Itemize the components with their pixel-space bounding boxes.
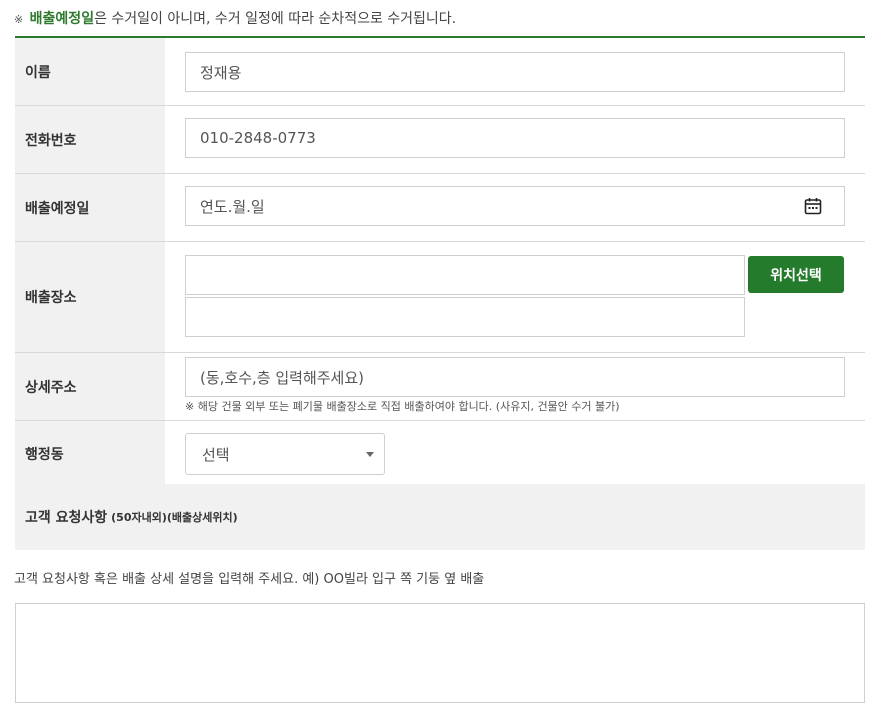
detail-address-label: 상세주소: [15, 353, 165, 420]
pickup-form: 이름 정재용 전화번호 010-2848-0773 배출예정일 연도.월.일 배…: [15, 36, 865, 487]
request-subtitle: (50자내외)(배출상세위치): [111, 511, 238, 524]
detail-address-hint: ※ 해당 건물 외부 또는 폐기물 배출장소로 직접 배출하여야 합니다. (사…: [185, 400, 620, 413]
row-district: 행정동 선택: [15, 421, 865, 487]
district-select[interactable]: 선택: [185, 433, 385, 475]
row-date: 배출예정일 연도.월.일: [15, 174, 865, 242]
detail-address-placeholder: (동,호수,층 입력해주세요): [200, 368, 365, 387]
notice: ※ 배출예정일은 수거일이 아니며, 수거 일정에 따라 순차적으로 수거됩니다…: [14, 8, 456, 28]
detail-address-input[interactable]: (동,호수,층 입력해주세요): [185, 357, 845, 397]
district-selected-value: 선택: [202, 445, 230, 464]
phone-input[interactable]: 010-2848-0773: [185, 118, 845, 158]
row-name: 이름 정재용: [15, 38, 865, 106]
district-label: 행정동: [15, 421, 165, 487]
row-detail-address: 상세주소 (동,호수,층 입력해주세요) ※ 해당 건물 외부 또는 폐기물 배…: [15, 353, 865, 421]
date-placeholder: 연도.월.일: [200, 197, 265, 216]
row-location: 배출장소 위치선택: [15, 242, 865, 353]
request-textarea[interactable]: [15, 603, 865, 703]
row-phone: 전화번호 010-2848-0773: [15, 106, 865, 174]
notice-mark: ※: [14, 13, 24, 26]
location-label: 배출장소: [15, 242, 165, 352]
request-title: 고객 요청사항: [25, 510, 108, 526]
request-header: 고객 요청사항 (50자내외)(배출상세위치): [15, 484, 865, 550]
chevron-down-icon: [366, 452, 374, 457]
notice-text: 은 수거일이 아니며, 수거 일정에 따라 순차적으로 수거됩니다.: [94, 11, 457, 27]
phone-label: 전화번호: [15, 106, 165, 173]
calendar-icon[interactable]: [804, 197, 822, 215]
location-input-1[interactable]: [185, 255, 745, 295]
select-location-button[interactable]: 위치선택: [748, 256, 844, 293]
date-label: 배출예정일: [15, 174, 165, 241]
name-label: 이름: [15, 38, 165, 105]
request-guide: 고객 요청사항 혹은 배출 상세 설명을 입력해 주세요. 예) OO빌라 입구…: [14, 572, 485, 587]
location-input-2[interactable]: [185, 297, 745, 337]
name-input[interactable]: 정재용: [185, 52, 845, 92]
date-input[interactable]: 연도.월.일: [185, 186, 845, 226]
notice-highlight: 배출예정일: [29, 11, 95, 27]
